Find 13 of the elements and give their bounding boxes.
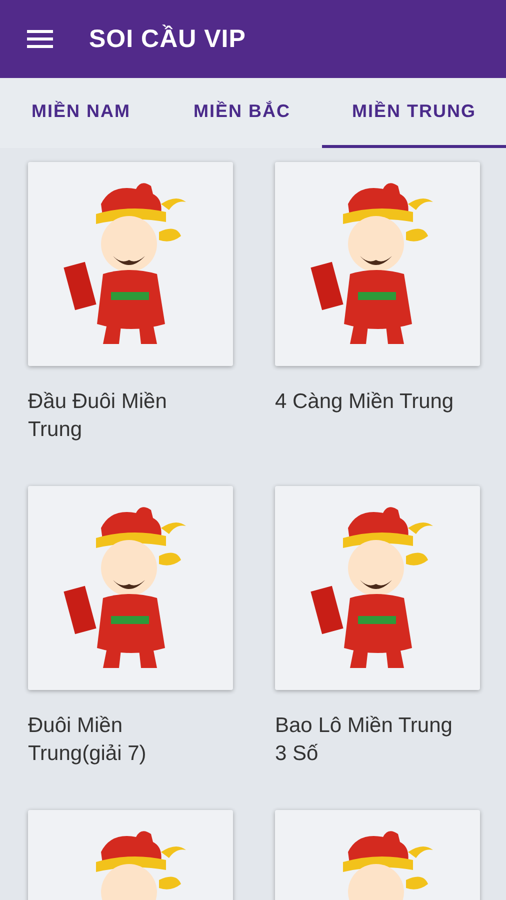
thumbnail-card[interactable] — [275, 162, 480, 366]
item-label: 4 Càng Miền Trung — [275, 389, 455, 415]
region-tab[interactable]: MIỀN BẮC — [162, 78, 322, 148]
thumbnail-card[interactable] — [28, 162, 233, 366]
region-tab[interactable]: MIỀN NAM — [0, 78, 162, 148]
item-label: Đầu Đuôi Miền Trung — [28, 389, 168, 443]
menu-icon[interactable] — [27, 29, 53, 49]
app-title: SOI CẦU VIP — [89, 24, 246, 54]
item-label: Đuôi Miền Trung(giải 7) — [28, 713, 148, 767]
region-tab[interactable]: MIỀN TRUNG — [322, 78, 506, 148]
thumbnail-card[interactable] — [275, 486, 480, 690]
thumbnail-card[interactable] — [28, 486, 233, 690]
item-label: Bao Lô Miền Trung 3 Số — [275, 713, 454, 767]
